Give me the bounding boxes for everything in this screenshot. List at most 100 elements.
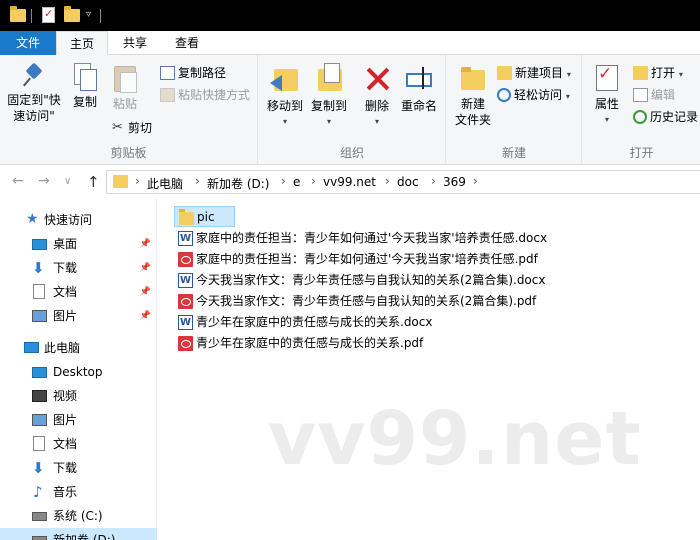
breadcrumb-chevron-icon[interactable]: ›: [311, 174, 316, 188]
history-button[interactable]: 历史记录: [633, 107, 698, 127]
copy-to-button[interactable]: 复制到 ▾: [307, 59, 351, 130]
edit-button[interactable]: 编辑: [633, 85, 675, 105]
sidebar-item-documents[interactable]: 文档 📌: [0, 280, 157, 304]
pdf-icon: [178, 252, 193, 267]
sidebar-item-pictures-pc[interactable]: 图片: [0, 408, 157, 432]
pin-icon[interactable]: 📌: [140, 232, 151, 256]
copy-label: 复制: [72, 95, 97, 109]
breadcrumb-369[interactable]: 369: [443, 175, 466, 189]
forward-arrow-icon[interactable]: →: [38, 173, 50, 189]
recent-locations-icon[interactable]: ∨: [64, 176, 71, 187]
breadcrumb-vv99[interactable]: vv99.net: [323, 175, 376, 189]
properties-quick-icon[interactable]: [42, 7, 55, 23]
breadcrumb-e[interactable]: e: [293, 175, 300, 189]
copy-icon: [73, 63, 97, 91]
breadcrumb-chevron-icon[interactable]: ›: [281, 174, 286, 188]
tab-home[interactable]: 主页: [56, 31, 108, 56]
properties-icon: [593, 63, 621, 93]
copy-button[interactable]: 复制: [66, 59, 104, 110]
move-to-icon: [270, 63, 300, 95]
tab-view[interactable]: 查看: [162, 31, 212, 55]
new-folder-quick-icon[interactable]: [64, 6, 80, 22]
sidebar-item-desktop[interactable]: 桌面 📌: [0, 232, 157, 256]
delete-icon: [362, 63, 392, 95]
sidebar-item-videos[interactable]: 视频: [0, 384, 157, 408]
pdf-icon: [178, 294, 193, 309]
new-folder-label-line2: 文件夹: [454, 113, 491, 127]
breadcrumb-chevron-icon[interactable]: ›: [473, 174, 478, 188]
delete-button[interactable]: 删除 ▾: [359, 59, 395, 130]
sidebar-item-desktop-pc[interactable]: Desktop: [0, 360, 157, 384]
paste-shortcut-button[interactable]: 粘贴快捷方式: [160, 85, 250, 105]
new-folder-button[interactable]: 新建 文件夹: [451, 59, 495, 128]
sidebar-item-label: 快速访问: [44, 213, 93, 227]
move-to-button[interactable]: 移动到 ▾: [263, 59, 307, 130]
pin-label-line2: 速访问": [13, 109, 55, 123]
breadcrumb-chevron-icon[interactable]: ›: [431, 174, 436, 188]
clipboard-group-label: 剪贴板: [110, 146, 147, 160]
title-bar: ▿: [0, 0, 700, 31]
sidebar-item-label: 音乐: [53, 485, 78, 499]
sidebar-item-downloads-pc[interactable]: ⬇ 下载: [0, 456, 157, 480]
paste-shortcut-label: 粘贴快捷方式: [178, 88, 251, 102]
scissors-icon: ✂: [112, 119, 123, 135]
tab-file[interactable]: 文件: [0, 31, 56, 55]
open-group-label: 打开: [629, 146, 654, 160]
pin-icon[interactable]: 📌: [140, 256, 151, 280]
paste-button[interactable]: 粘贴: [106, 59, 144, 112]
folder-icon: [10, 6, 26, 22]
sidebar-item-label: 下载: [53, 461, 78, 475]
sidebar-item-quick-access[interactable]: ★ 快速访问: [0, 208, 157, 232]
pin-icon[interactable]: 📌: [140, 304, 151, 328]
breadcrumb-chevron-icon[interactable]: ›: [135, 174, 140, 188]
list-item-folder[interactable]: pic: [174, 206, 235, 227]
address-bar[interactable]: › 此电脑 › 新加卷 (D:) › e › vv99.net › doc › …: [106, 170, 700, 194]
download-icon: ⬇: [32, 459, 45, 477]
sidebar-item-music[interactable]: ♪ 音乐: [0, 480, 157, 504]
breadcrumb-drive-d[interactable]: 新加卷 (D:): [207, 175, 269, 192]
file-name: 青少年在家庭中的责任感与成长的关系.docx: [196, 315, 433, 329]
file-name: 家庭中的责任担当：青少年如何通过'今天我当家'培养责任感.docx: [196, 231, 548, 245]
sidebar-item-label: 文档: [53, 285, 78, 299]
breadcrumb-chevron-icon[interactable]: ›: [385, 174, 390, 188]
cut-button[interactable]: ✂ 剪切: [110, 118, 152, 138]
up-arrow-icon[interactable]: ↑: [87, 173, 100, 191]
sidebar-item-documents-pc[interactable]: 文档: [0, 432, 157, 456]
pin-to-quick-access-button[interactable]: 固定到"快 速访问": [4, 59, 64, 124]
computer-icon: [24, 342, 39, 353]
sidebar-item-this-pc[interactable]: 此电脑: [0, 336, 157, 360]
sidebar-item-drive-d[interactable]: 新加卷 (D:): [0, 528, 157, 540]
copy-to-icon: [314, 63, 344, 95]
open-button[interactable]: 打开 ▾: [633, 63, 683, 83]
properties-button[interactable]: 属性 ▾: [589, 59, 625, 128]
back-arrow-icon[interactable]: ←: [12, 173, 24, 189]
sidebar-item-downloads[interactable]: ⬇ 下载 📌: [0, 256, 157, 280]
breadcrumb-this-pc[interactable]: 此电脑: [147, 175, 183, 192]
new-folder-icon: [459, 63, 487, 93]
word-document-icon: [178, 270, 193, 291]
move-to-dropdown-icon: ▾: [282, 117, 287, 126]
star-icon: ★: [26, 211, 39, 227]
sidebar-item-drive-c[interactable]: 系统 (C:): [0, 504, 157, 528]
customize-toolbar-icon[interactable]: ▿: [86, 9, 91, 26]
breadcrumb-chevron-icon[interactable]: ›: [195, 174, 200, 188]
sidebar-item-label: Desktop: [53, 365, 103, 379]
pin-icon[interactable]: 📌: [140, 280, 151, 304]
open-dropdown-icon: ▾: [678, 70, 683, 79]
easy-access-button[interactable]: 轻松访问 ▾: [497, 85, 570, 105]
rename-button[interactable]: 重命名: [397, 59, 441, 114]
rename-icon: [404, 63, 434, 95]
tab-share[interactable]: 共享: [110, 31, 160, 55]
document-icon: [33, 284, 45, 299]
file-name: 今天我当家作文：青少年责任感与自我认知的关系(2篇合集).docx: [196, 273, 546, 287]
video-icon: [32, 390, 47, 402]
copy-path-button[interactable]: 复制路径: [160, 63, 226, 83]
sidebar-item-pictures[interactable]: 图片 📌: [0, 304, 157, 328]
move-to-label: 移动到: [266, 99, 303, 113]
breadcrumb-doc[interactable]: doc: [397, 175, 419, 189]
new-item-button[interactable]: 新建项目 ▾: [497, 63, 571, 83]
easy-access-label: 轻松访问: [514, 88, 563, 102]
new-group-label: 新建: [501, 146, 526, 160]
properties-dropdown-icon: ▾: [604, 115, 609, 124]
copy-to-dropdown-icon: ▾: [326, 117, 331, 126]
